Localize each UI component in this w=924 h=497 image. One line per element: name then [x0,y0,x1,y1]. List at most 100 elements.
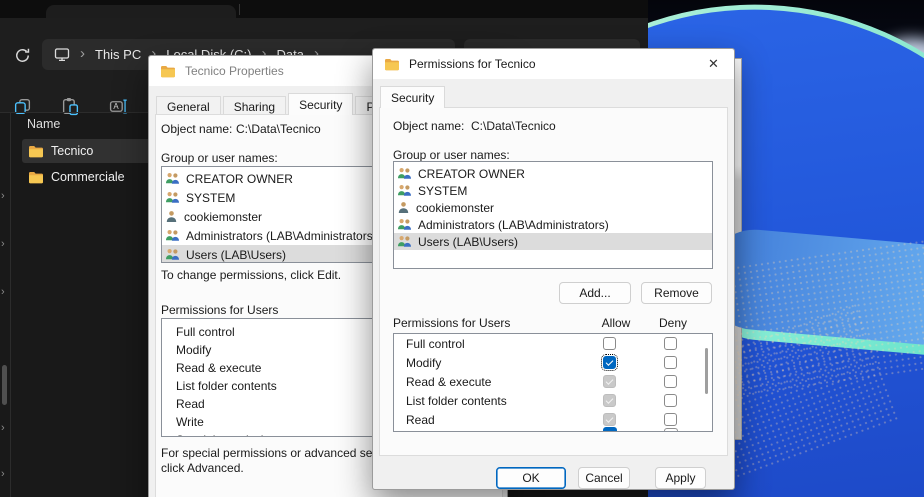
permissions-dialog: Permissions for Tecnico ✕ Security Objec… [372,48,735,490]
group-list-item[interactable]: cookiemonster [394,199,712,216]
deny-checkbox-read-execute[interactable] [664,375,677,388]
advanced-hint-line2: click Advanced. [161,461,244,475]
rename-button[interactable] [102,91,134,121]
group-user-list: CREATOR OWNER SYSTEM cookiemonster Admin… [393,161,713,269]
allow-column-header: Allow [596,316,636,330]
group-item-label: Users (LAB\Users) [186,248,286,262]
chevron-right-icon[interactable]: › [80,46,85,61]
permissions-tabs: Security [380,86,447,108]
group-names-label: Group or user names: [161,151,278,165]
dialog-title: Tecnico Properties [185,64,284,78]
deny-checkbox-full-control[interactable] [664,337,677,350]
group-item-label: SYSTEM [186,191,235,205]
column-header-name[interactable]: Name [27,117,60,131]
group-item-label: cookiemonster [184,210,262,224]
cancel-button[interactable]: Cancel [578,467,630,489]
permission-label: Read [406,413,435,427]
group-list-item[interactable]: Administrators (LAB\Administrators) [394,216,712,233]
dialog-title: Permissions for Tecnico [409,57,536,71]
screen: › This PC › Local Disk (C:) › Data › [0,0,924,497]
object-name-value: C:\Data\Tecnico [236,122,321,136]
folder-icon [160,65,176,78]
permission-row-list-folder: List folder contents [394,391,712,410]
edit-hint-text: To change permissions, click Edit. [161,268,341,282]
permission-row-modify: Modify [394,353,712,372]
permission-row-full-control: Full control [394,334,712,353]
group-list-item-selected[interactable]: Users (LAB\Users) [394,233,712,250]
file-name: Commerciale [51,170,125,184]
deny-checkbox-list-folder[interactable] [664,394,677,407]
folder-icon [28,171,44,184]
close-button[interactable]: ✕ [699,53,728,75]
folder-icon [384,58,400,71]
tab-divider [239,4,240,15]
group-list-item[interactable]: SYSTEM [394,182,712,199]
permission-label: Full control [406,337,465,351]
file-name: Tecnico [51,144,93,158]
group-icon [397,218,412,231]
ok-button[interactable]: OK [496,467,566,489]
refresh-icon [16,48,28,61]
tab-security[interactable]: Security [380,86,445,108]
group-names-label: Group or user names: [393,148,510,162]
allow-checkbox-read-execute[interactable] [603,375,616,388]
allow-checkbox-list-folder[interactable] [603,394,616,407]
this-pc-icon [54,47,70,62]
tree-expand-icon[interactable]: › [1,469,5,480]
tab-sharing[interactable]: Sharing [223,96,286,115]
permission-label: List folder contents [406,394,507,408]
add-button[interactable]: Add... [559,282,631,304]
allow-checkbox-modify[interactable] [603,356,616,369]
explorer-tab-fragment [46,5,236,18]
tree-expand-icon[interactable]: › [1,287,5,298]
apply-button[interactable]: Apply [655,467,706,489]
group-item-label: cookiemonster [416,201,494,215]
group-item-label: SYSTEM [418,184,467,198]
group-icon [397,235,412,248]
deny-checkbox-modify[interactable] [664,356,677,369]
group-item-label: CREATOR OWNER [186,172,293,186]
refresh-button[interactable] [8,41,36,69]
permissions-dialog-titlebar: Permissions for Tecnico [373,49,734,79]
nav-pane-divider [10,113,11,497]
group-icon [165,248,180,261]
tab-general[interactable]: General [156,96,221,115]
group-item-label: Users (LAB\Users) [418,235,518,249]
permission-row-read-execute: Read & execute [394,372,712,391]
clipped-allow-checkbox-sliver[interactable] [603,427,617,432]
allow-checkbox-read[interactable] [603,413,616,426]
group-icon [165,191,180,204]
breadcrumb-this-pc[interactable]: This PC [95,47,141,62]
group-item-label: Administrators (LAB\Administrators) [418,218,609,232]
group-item-label: CREATOR OWNER [418,167,525,181]
permissions-for-users-label: Permissions for Users [393,316,510,330]
permissions-scrollbar-thumb[interactable] [705,348,708,394]
permissions-for-users-label: Permissions for Users [161,303,278,317]
user-icon [397,201,410,214]
group-icon [397,184,412,197]
group-icon [165,229,180,242]
permission-row-read: Read [394,410,712,429]
permission-label: Modify [406,356,441,370]
group-icon [165,172,180,185]
tree-expand-icon[interactable]: › [1,191,5,202]
user-icon [165,210,178,223]
remove-button[interactable]: Remove [641,282,712,304]
clipped-deny-checkbox-sliver[interactable] [664,428,678,432]
object-name-label: Object name: [161,122,232,136]
deny-checkbox-read[interactable] [664,413,677,426]
tree-expand-icon[interactable]: › [1,239,5,250]
folder-icon [28,145,44,158]
group-list-item[interactable]: CREATOR OWNER [394,165,712,182]
tree-expand-icon[interactable]: › [1,423,5,434]
nav-scrollbar-thumb[interactable] [2,365,7,405]
object-name-label: Object name: [393,119,464,133]
tab-security[interactable]: Security [288,93,353,115]
advanced-hint-line1: For special permissions or advanced sett… [161,446,404,460]
navigation-pane-edge: › › › › › [0,113,10,497]
group-item-label: Administrators (LAB\Administrators) [186,229,377,243]
allow-checkbox-full-control[interactable] [603,337,616,350]
permissions-table: Full control Modify Read & execute List … [393,333,713,432]
permission-label: Read & execute [406,375,491,389]
explorer-tab-strip [0,0,648,18]
